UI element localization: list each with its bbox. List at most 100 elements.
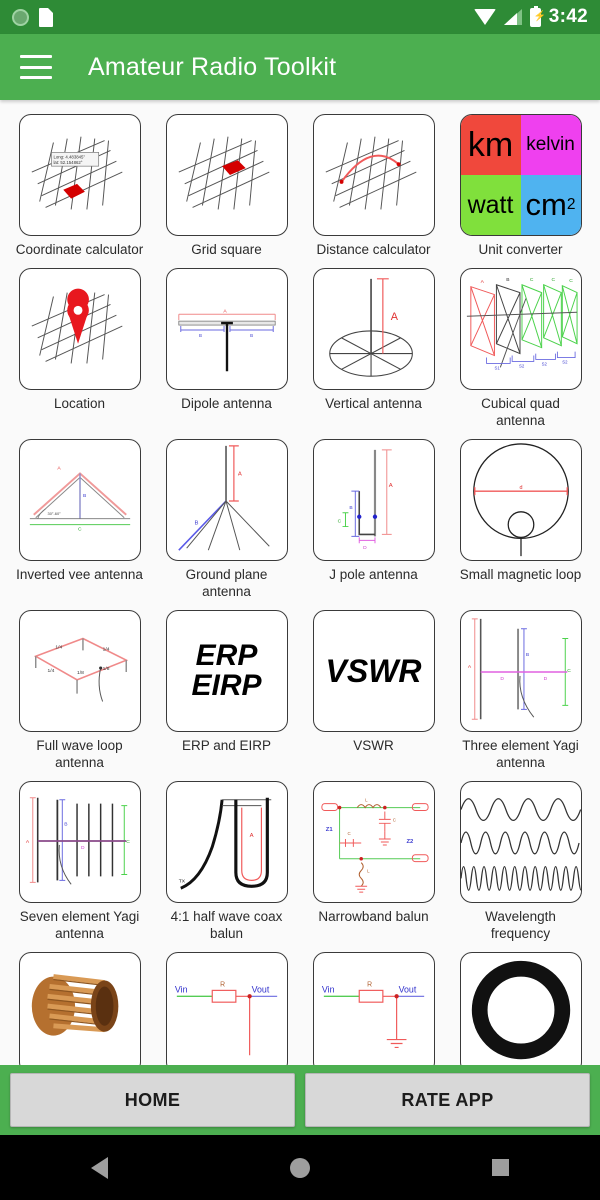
- tool-tile-vertical-antenna[interactable]: A: [312, 268, 435, 391]
- tool-label: Distance calculator: [316, 242, 431, 257]
- tool-label: Vertical antenna: [325, 396, 422, 412]
- android-navigation-bar: [0, 1135, 600, 1200]
- unit-quadrants-icon: km kelvin watt cm 2: [460, 115, 581, 235]
- tool-cell-vertical-antenna[interactable]: A Vertical antenna: [300, 262, 447, 433]
- tool-tile-toroid[interactable]: [459, 952, 582, 1065]
- tool-tile-inverted-vee-antenna[interactable]: A B C 30°-60°: [18, 439, 141, 562]
- svg-text:C: C: [529, 277, 533, 283]
- svg-text:A: A: [57, 466, 61, 472]
- svg-text:30°-60°: 30°-60°: [47, 511, 61, 516]
- tool-tile-narrowband-balun[interactable]: L C C L Z1 Z2: [312, 781, 435, 904]
- grid-map-coordinate-icon: Long: 4.483845° lat: 52.154862°: [31, 136, 123, 210]
- svg-text:A: A: [480, 279, 484, 285]
- tool-cell-small-magnetic-loop[interactable]: d Small magnetic loop: [447, 433, 594, 604]
- svg-text:D: D: [80, 845, 84, 851]
- tool-cell-voltage-divider-ground[interactable]: Vin Vout R: [300, 946, 447, 1065]
- tool-tile-copper-coil[interactable]: [18, 952, 141, 1065]
- battery-charging-icon: ⚡: [529, 5, 546, 27]
- tool-tile-j-pole-antenna[interactable]: B A C D: [312, 439, 435, 562]
- voltage-divider-ground-icon: Vin Vout R: [321, 982, 424, 1049]
- tool-cell-distance-calculator[interactable]: Distance calculator: [300, 108, 447, 262]
- tool-cell-unit-converter[interactable]: km kelvin watt cm 2 Unit converter: [447, 108, 594, 262]
- tool-cell-ground-plane-antenna[interactable]: A B Ground plane antenna: [153, 433, 300, 604]
- tool-tile-dipole-antenna[interactable]: A B B: [165, 268, 288, 391]
- tool-tile-wavelength-frequency[interactable]: [459, 781, 582, 904]
- tool-label: Three element Yagi antenna: [462, 738, 579, 770]
- tool-cell-three-element-yagi[interactable]: A B C D D Three element Yagi antenna: [447, 604, 594, 775]
- tool-cell-erp-eirp[interactable]: ERP EIRP ERP and EIRP: [153, 604, 300, 775]
- tool-tile-voltage-divider-ground[interactable]: Vin Vout R: [312, 952, 435, 1065]
- tool-tile-half-wave-coax-balun[interactable]: A TX: [165, 781, 288, 904]
- app-bar: Amateur Radio Toolkit: [0, 34, 600, 100]
- svg-text:D: D: [500, 676, 504, 682]
- tool-cell-dipole-antenna[interactable]: A B B Dipole antenna: [153, 262, 300, 433]
- map-pin-icon: [31, 289, 123, 364]
- svg-text:B: B: [349, 505, 353, 511]
- seven-element-yagi-icon: A B C D: [25, 797, 130, 885]
- tool-label: J pole antenna: [329, 567, 418, 583]
- svg-text:A: A: [237, 472, 241, 478]
- home-button[interactable]: HOME: [10, 1073, 295, 1127]
- svg-text:S1: S1: [494, 366, 500, 371]
- svg-text:C: C: [567, 668, 571, 674]
- tools-scroll-area[interactable]: Long: 4.483845° lat: 52.154862° Coordina…: [0, 100, 600, 1065]
- svg-text:A: A: [25, 839, 29, 845]
- recents-square-icon[interactable]: [492, 1159, 509, 1176]
- tool-cell-vswr[interactable]: VSWR VSWR: [300, 604, 447, 775]
- tool-tile-distance-calculator[interactable]: [312, 114, 435, 236]
- svg-text:S2: S2: [562, 360, 568, 365]
- tool-cell-narrowband-balun[interactable]: L C C L Z1 Z2 Narrowband balun: [300, 775, 447, 946]
- three-element-yagi-icon: A B C D D: [467, 618, 571, 721]
- bottom-action-bar: HOME RATE APP: [0, 1065, 600, 1135]
- svg-text:R: R: [367, 982, 372, 989]
- tool-label: Cubical quad antenna: [481, 396, 560, 428]
- tool-tile-grid-square[interactable]: [165, 114, 288, 236]
- ground-plane-antenna-icon: A B: [177, 445, 270, 552]
- tool-tile-location[interactable]: [18, 268, 141, 391]
- home-circle-icon[interactable]: [290, 1157, 310, 1178]
- tool-tile-three-element-yagi[interactable]: A B C D D: [459, 610, 582, 733]
- tool-cell-cubical-quad-antenna[interactable]: A B C C C S1 S2 S2 S2 Cubical quad anten…: [447, 262, 594, 433]
- tool-cell-half-wave-coax-balun[interactable]: A TX 4:1 half wave coax balun: [153, 775, 300, 946]
- tool-label: Dipole antenna: [181, 396, 272, 412]
- tool-cell-j-pole-antenna[interactable]: B A C D J pole antenna: [300, 433, 447, 604]
- rate-app-button[interactable]: RATE APP: [305, 1073, 590, 1127]
- tool-tile-unit-converter[interactable]: km kelvin watt cm 2: [459, 114, 582, 236]
- tool-tile-vswr[interactable]: VSWR: [312, 610, 435, 733]
- tool-cell-toroid[interactable]: [447, 946, 594, 1065]
- tool-tile-full-wave-loop-antenna[interactable]: 1/4 1/4 1/4 1/8 1/8: [18, 610, 141, 733]
- tool-cell-grid-square[interactable]: Grid square: [153, 108, 300, 262]
- tool-cell-voltage-divider[interactable]: Vin Vout R: [153, 946, 300, 1065]
- svg-text:R: R: [220, 982, 225, 989]
- tool-tile-seven-element-yagi[interactable]: A B C D: [18, 781, 141, 904]
- tool-tile-erp-eirp[interactable]: ERP EIRP: [165, 610, 288, 733]
- tool-cell-inverted-vee-antenna[interactable]: A B C 30°-60° Inverted vee antenna: [6, 433, 153, 604]
- tool-cell-seven-element-yagi[interactable]: A B C D Seven element Yagi antenna: [6, 775, 153, 946]
- tool-cell-copper-coil[interactable]: [6, 946, 153, 1065]
- back-triangle-icon[interactable]: [91, 1156, 108, 1179]
- voltage-divider-icon: Vin Vout R: [174, 982, 277, 1056]
- tool-cell-location[interactable]: Location: [6, 262, 153, 433]
- tool-tile-coordinate-calculator[interactable]: Long: 4.483845° lat: 52.154862°: [18, 114, 141, 236]
- page-title: Amateur Radio Toolkit: [88, 52, 337, 81]
- tool-cell-wavelength-frequency[interactable]: Wavelength frequency: [447, 775, 594, 946]
- svg-text:C: C: [126, 839, 130, 845]
- tool-tile-cubical-quad-antenna[interactable]: A B C C C S1 S2 S2 S2: [459, 268, 582, 391]
- tool-tile-small-magnetic-loop[interactable]: d: [459, 439, 582, 562]
- sync-icon: [12, 8, 29, 26]
- tool-cell-coordinate-calculator[interactable]: Long: 4.483845° lat: 52.154862° Coordina…: [6, 108, 153, 262]
- tool-tile-ground-plane-antenna[interactable]: A B: [165, 439, 288, 562]
- unit-quadrant-kelvin: kelvin: [520, 115, 581, 175]
- vswr-text: VSWR: [325, 653, 422, 690]
- tool-tile-voltage-divider[interactable]: Vin Vout R: [165, 952, 288, 1065]
- tool-label: Small magnetic loop: [459, 567, 582, 583]
- tool-cell-full-wave-loop-antenna[interactable]: 1/4 1/4 1/4 1/8 1/8 Full wave loop anten…: [6, 604, 153, 775]
- tool-label: Grid square: [191, 242, 262, 257]
- svg-text:Vout: Vout: [398, 985, 416, 995]
- hamburger-menu-icon[interactable]: [20, 55, 52, 79]
- tool-label: Full wave loop antenna: [36, 738, 123, 770]
- tool-label: Coordinate calculator: [15, 242, 144, 257]
- svg-text:D: D: [543, 676, 547, 682]
- vswr-text-icon: VSWR: [314, 611, 434, 731]
- svg-text:Long: 4.483845°: Long: 4.483845°: [53, 154, 85, 159]
